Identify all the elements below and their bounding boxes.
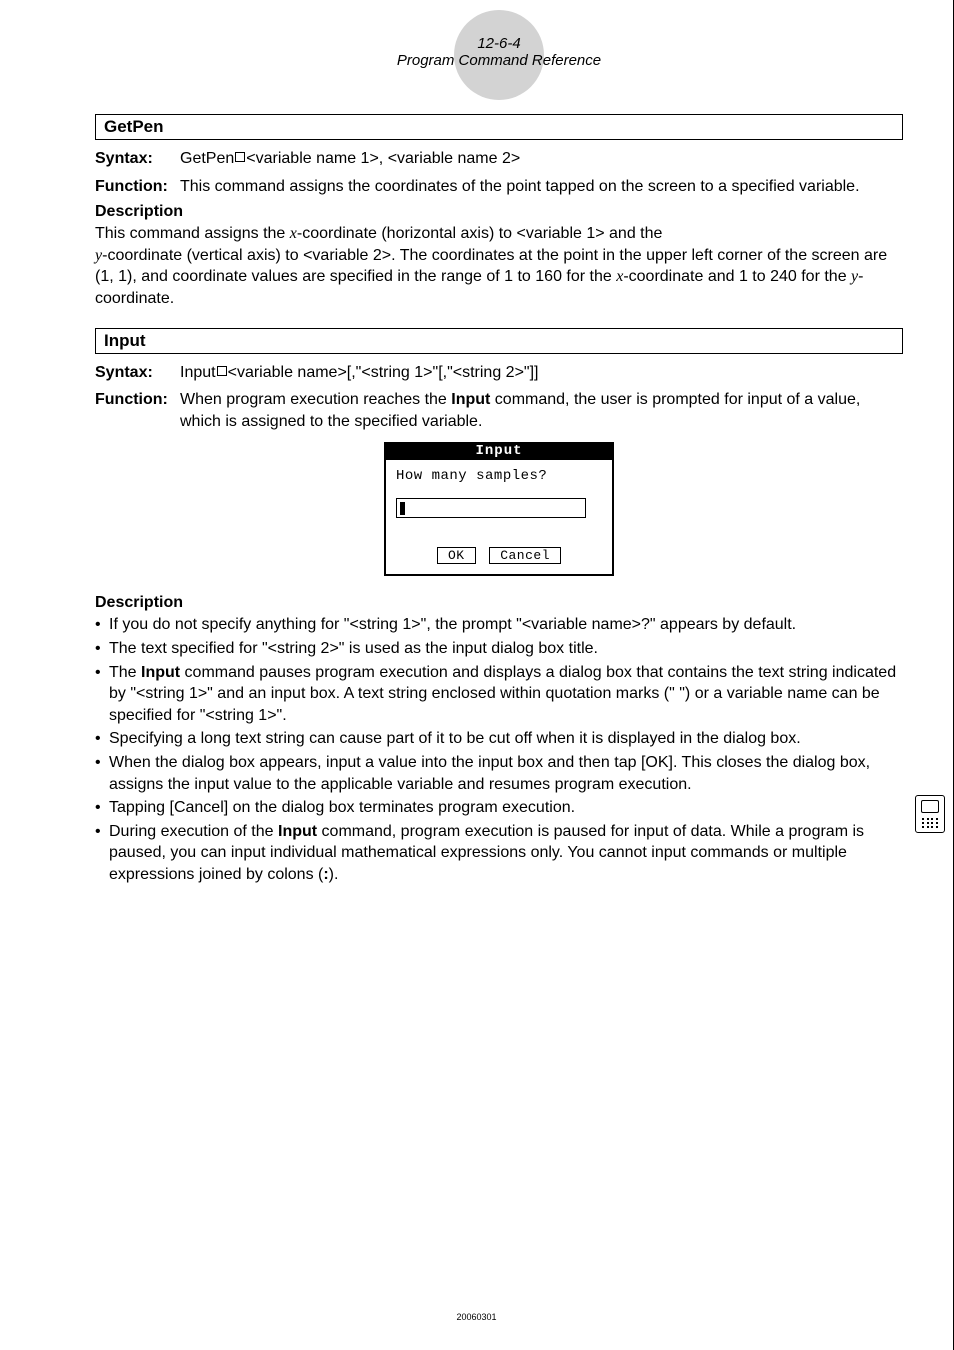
dialog-ok-button: OK [437,547,476,564]
input-title: Input [104,331,146,350]
getpen-function-text: This command assigns the coordinates of … [180,176,903,198]
dialog-prompt-text: How many samples? [396,468,602,484]
input-dialog-screenshot: Input How many samples? OK Cancel [384,442,614,576]
dialog-title-bar: Input [386,442,612,460]
input-function-row: Function: When program execution reaches… [95,389,903,432]
function-label: Function: [95,389,180,432]
bullet-item: The Input command pauses program executi… [95,662,903,727]
input-syntax-row: Syntax: Input<variable name>[,"<string 1… [95,362,903,384]
getpen-function-row: Function: This command assigns the coord… [95,176,903,198]
input-desc-heading: Description [95,594,903,612]
getpen-desc-heading: Description [95,203,903,221]
calculator-icon [915,795,945,833]
page-header: 12-6-4 Program Command Reference [95,20,903,69]
bullet-item: The text specified for "<string 2>" is u… [95,638,903,660]
getpen-syntax-text: GetPen<variable name 1>, <variable name … [180,148,903,170]
input-desc-bullets: If you do not specify anything for "<str… [95,614,903,885]
input-syntax-text: Input<variable name>[,"<string 1>"[,"<st… [180,362,903,384]
syntax-label: Syntax: [95,362,180,384]
getpen-desc-text: This command assigns the x-coordinate (h… [95,223,903,309]
function-label: Function: [95,176,180,198]
getpen-title: GetPen [104,117,164,136]
getpen-syntax-row: Syntax: GetPen<variable name 1>, <variab… [95,148,903,170]
syntax-label: Syntax: [95,148,180,170]
dialog-input-field [396,498,586,518]
bullet-item: If you do not specify anything for "<str… [95,614,903,636]
input-heading-box: Input [95,328,903,354]
getpen-heading-box: GetPen [95,114,903,140]
footer-date: 20060301 [456,1312,496,1322]
bullet-item: During execution of the Input command, p… [95,821,903,886]
bullet-item: Tapping [Cancel] on the dialog box termi… [95,797,903,819]
input-function-text: When program execution reaches the Input… [180,389,903,432]
bullet-item: Specifying a long text string can cause … [95,728,903,750]
bullet-item: When the dialog box appears, input a val… [95,752,903,795]
dialog-cancel-button: Cancel [489,547,561,564]
page-section-title: Program Command Reference [95,52,903,69]
page-number-ref: 12-6-4 [95,20,903,52]
